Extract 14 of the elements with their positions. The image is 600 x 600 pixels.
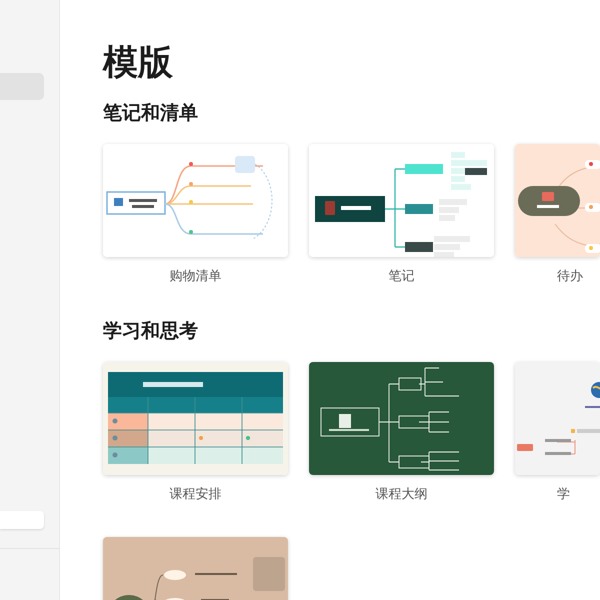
page-title: 模版: [103, 42, 174, 84]
template-card[interactable]: [309, 144, 494, 257]
template-name: 待办: [556, 268, 584, 284]
template-card[interactable]: [309, 362, 494, 476]
template-name: 课程安排: [168, 487, 222, 503]
template-name: 课程大纲: [374, 487, 428, 503]
template-name: 购物清单: [168, 268, 222, 284]
section-title: 笔记和清单: [103, 102, 199, 125]
template-name: 学: [556, 487, 571, 503]
template-card[interactable]: [103, 362, 288, 476]
section-title: 学习和思考: [103, 320, 199, 344]
template-name: 笔记: [388, 268, 416, 284]
template-card[interactable]: [515, 144, 600, 257]
input-field[interactable]: [0, 511, 44, 529]
